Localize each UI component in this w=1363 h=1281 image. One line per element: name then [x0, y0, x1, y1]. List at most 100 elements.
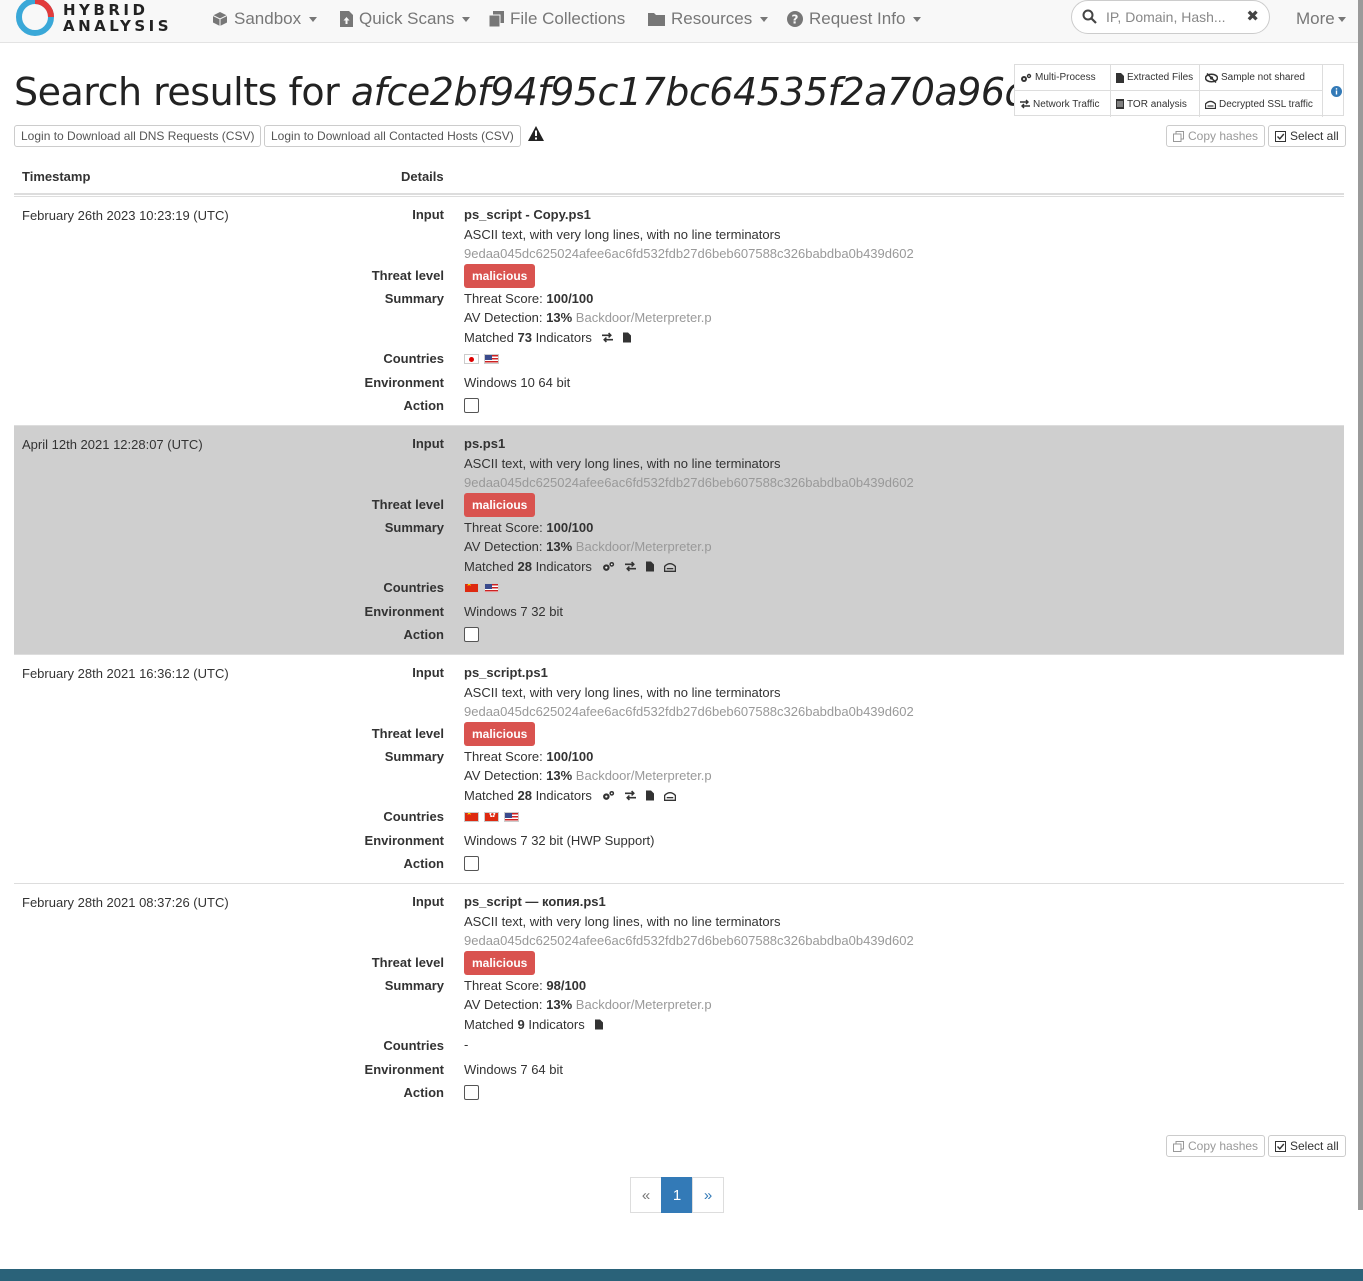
table-row[interactable]: February 28th 2021 16:36:12 (UTC) Input ps…: [14, 654, 1344, 883]
pagination: « 1 »: [630, 1177, 724, 1213]
chevron-down-icon: [913, 16, 922, 22]
select-row-checkbox[interactable]: [464, 856, 479, 871]
download-dns-csv-button[interactable]: Login to Download all DNS Requests (CSV): [14, 125, 262, 147]
av-detection: AV Detection: 13% Backdoor/Meterpreter.p: [464, 997, 712, 1012]
table-row[interactable]: February 28th 2021 08:37:26 (UTC) Input ps…: [14, 883, 1344, 1112]
nav-more[interactable]: More: [1296, 9, 1346, 29]
sha256-hash[interactable]: 9edaa045dc625024afee6ac6fd532fdb27d6beb6…: [464, 246, 914, 261]
flag-us-icon: [484, 583, 499, 593]
search-input[interactable]: [1104, 7, 1244, 27]
gears-icon[interactable]: [602, 560, 615, 575]
av-prefix: AV Detection:: [464, 997, 547, 1012]
hybrid-analysis-logo[interactable]: HYBRID ANALYSIS: [14, 0, 184, 38]
av-percent: 13%: [546, 997, 573, 1012]
select-all-button[interactable]: Select all: [1268, 125, 1346, 147]
page-title: Search results for afce2bf94f95c17bc6453…: [14, 70, 1052, 114]
select-all-button-bottom[interactable]: Select all: [1268, 1135, 1346, 1157]
column-header-timestamp[interactable]: Timestamp: [22, 169, 90, 184]
sha256-hash[interactable]: 9edaa045dc625024afee6ac6fd532fdb27d6beb6…: [464, 933, 914, 948]
pagination-next[interactable]: »: [692, 1177, 724, 1213]
legend-tor-analysis-label: TOR analysis: [1127, 98, 1187, 110]
countries-value: -: [464, 1037, 469, 1052]
threat-score-value: 100/100: [546, 520, 594, 535]
timestamp: February 28th 2021 16:36:12 (UTC): [22, 666, 229, 681]
logo-line1: HYBRID: [63, 1, 149, 19]
threat-level-badge: malicious: [464, 493, 536, 517]
sha256-hash[interactable]: 9edaa045dc625024afee6ac6fd532fdb27d6beb6…: [464, 704, 914, 719]
action-label: Action: [403, 627, 444, 642]
matched-prefix: Matched: [464, 330, 518, 345]
legend-network-traffic: Network Traffic: [1015, 91, 1111, 117]
file-icon[interactable]: [594, 1018, 603, 1033]
folder-icon: [648, 13, 665, 26]
av-prefix: AV Detection:: [464, 768, 547, 783]
filename[interactable]: ps_script — копия.ps1: [464, 894, 606, 909]
file-upload-icon: [340, 11, 353, 27]
file-icon[interactable]: [645, 560, 654, 575]
ssl-icon[interactable]: [663, 560, 677, 575]
nav-request-info[interactable]: ? Request Info: [787, 9, 922, 29]
legend-sample-not-shared: Sample not shared: [1200, 65, 1323, 91]
flag-cn-icon: [464, 583, 479, 593]
threat-score-prefix: Threat Score:: [464, 749, 547, 764]
file-icon[interactable]: [645, 789, 654, 804]
indicator-icons: [601, 331, 631, 346]
select-all-label: Select all: [1290, 1139, 1339, 1153]
nav-sandbox[interactable]: Sandbox: [212, 9, 318, 29]
timestamp: February 26th 2023 10:23:19 (UTC): [22, 208, 229, 223]
threat-score-prefix: Threat Score:: [464, 978, 547, 993]
av-name: Backdoor/Meterpreter.p: [575, 539, 712, 554]
gears-icon[interactable]: [602, 789, 615, 804]
copy-icon: [1173, 1140, 1184, 1152]
search-icon: [1082, 9, 1097, 24]
av-name: Backdoor/Meterpreter.p: [575, 997, 712, 1012]
table-row[interactable]: April 12th 2021 12:28:07 (UTC) Input ps.ps…: [14, 425, 1344, 654]
network-icon[interactable]: [624, 560, 636, 575]
table-row[interactable]: February 26th 2023 10:23:19 (UTC) Input ps…: [14, 196, 1344, 425]
filetype: ASCII text, with very long lines, with n…: [464, 227, 781, 242]
chevron-down-icon: [462, 16, 471, 22]
pagination-page[interactable]: 1: [661, 1177, 693, 1213]
search-box: ✖: [1071, 0, 1270, 34]
download-hosts-csv-button[interactable]: Login to Download all Contacted Hosts (C…: [264, 125, 521, 147]
environment-label: Environment: [364, 604, 444, 619]
nav-quick-scans[interactable]: Quick Scans: [340, 9, 471, 29]
ssl-icon[interactable]: [663, 789, 677, 804]
nav-file-collections[interactable]: File Collections: [489, 9, 625, 29]
filename[interactable]: ps_script.ps1: [464, 665, 548, 680]
network-icon[interactable]: [624, 789, 636, 804]
copy-hashes-button-bottom[interactable]: Copy hashes: [1166, 1135, 1266, 1157]
nav-quick-scans-label: Quick Scans: [359, 9, 455, 28]
matched-suffix: Indicators: [531, 330, 592, 345]
scrollbar[interactable]: [1358, 0, 1363, 1210]
threat-level-label: Threat level: [371, 497, 444, 512]
pagination-prev[interactable]: «: [630, 1177, 662, 1213]
table-header-divider: [14, 193, 1344, 195]
legend-info[interactable]: [1323, 65, 1345, 117]
filename[interactable]: ps.ps1: [464, 436, 505, 451]
warning-icon[interactable]: [528, 126, 544, 141]
nav-resources[interactable]: Resources: [648, 9, 769, 29]
threat-level-label: Threat level: [371, 955, 444, 970]
file-icon[interactable]: [622, 331, 631, 346]
environment-value: Windows 7 64 bit: [464, 1062, 563, 1077]
flag-cn-icon: [464, 812, 479, 822]
summary-label: Summary: [384, 291, 444, 306]
legend-decrypted-ssl: Decrypted SSL traffic: [1200, 91, 1323, 117]
matched-count: 73: [517, 330, 532, 345]
copy-hashes-button[interactable]: Copy hashes: [1166, 125, 1266, 147]
select-row-checkbox[interactable]: [464, 398, 479, 413]
clear-search-icon[interactable]: ✖: [1246, 7, 1259, 25]
sha256-hash[interactable]: 9edaa045dc625024afee6ac6fd532fdb27d6beb6…: [464, 475, 914, 490]
column-header-details[interactable]: Details: [401, 169, 444, 184]
network-icon[interactable]: [601, 331, 613, 346]
select-row-checkbox[interactable]: [464, 1085, 479, 1100]
threat-level-label: Threat level: [371, 726, 444, 741]
flag-us-icon: [484, 354, 499, 364]
select-row-checkbox[interactable]: [464, 627, 479, 642]
threat-score: Threat Score: 100/100: [464, 291, 593, 306]
filename[interactable]: ps_script - Copy.ps1: [464, 207, 591, 222]
countries-flags: [464, 354, 499, 364]
nav-sandbox-label: Sandbox: [234, 9, 302, 28]
flag-jp-icon: [464, 354, 479, 364]
